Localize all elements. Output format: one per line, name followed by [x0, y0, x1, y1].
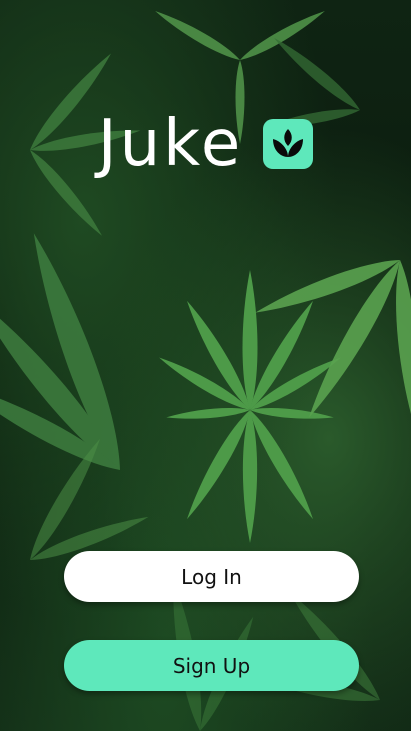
signup-button[interactable]: Sign Up — [64, 640, 359, 691]
app-name: Juke — [97, 107, 244, 181]
app-logo: Juke — [0, 112, 411, 176]
welcome-screen: Juke Log In Sign Up — [0, 0, 411, 731]
login-button[interactable]: Log In — [64, 551, 359, 602]
leaf-icon — [263, 119, 314, 169]
